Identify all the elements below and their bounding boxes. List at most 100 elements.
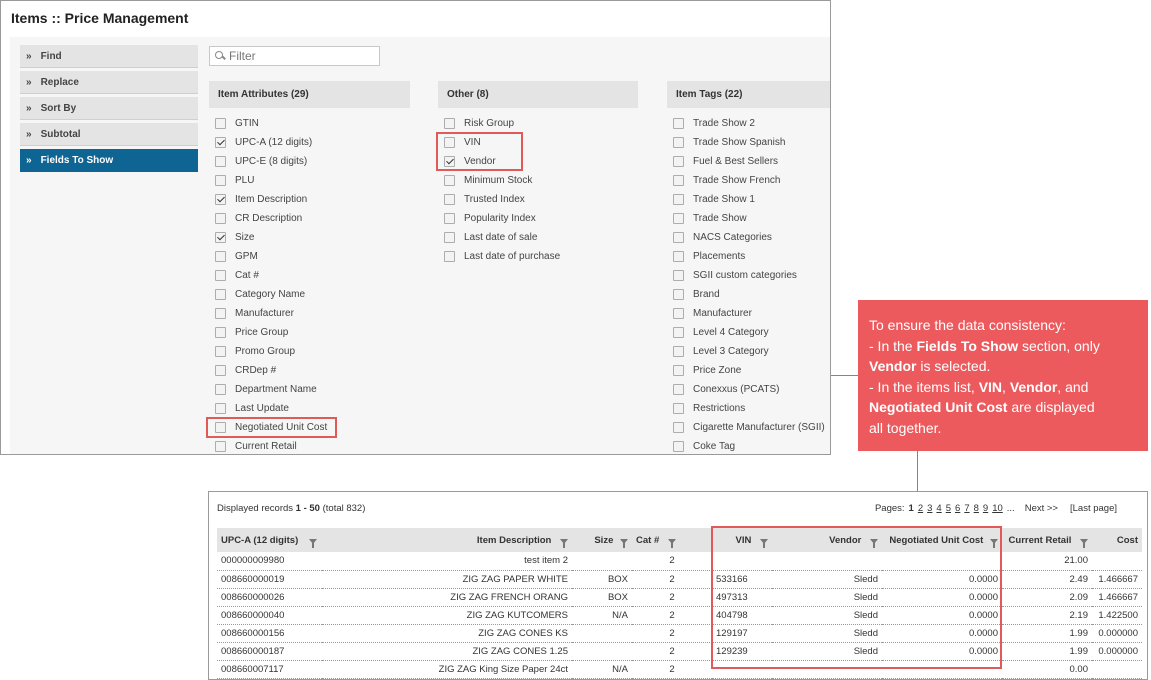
field-option[interactable]: Last Update — [209, 399, 410, 418]
field-option[interactable]: GPM — [209, 247, 410, 266]
checkbox-unchecked[interactable] — [673, 194, 684, 205]
page-link[interactable]: 10 — [992, 503, 1003, 514]
sidebar-item-fields-to-show[interactable]: » Fields To Show — [20, 149, 198, 172]
checkbox-unchecked[interactable] — [215, 327, 226, 338]
filter-input[interactable] — [229, 49, 369, 63]
next-page-link[interactable]: Next >> — [1025, 503, 1058, 514]
field-option[interactable]: Price Zone — [667, 361, 830, 380]
page-link[interactable]: 5 — [946, 503, 951, 514]
checkbox-unchecked[interactable] — [673, 422, 684, 433]
checkbox-checked[interactable] — [215, 137, 226, 148]
checkbox-unchecked[interactable] — [444, 118, 455, 129]
field-option[interactable]: UPC-E (8 digits) — [209, 152, 410, 171]
filter-icon[interactable] — [620, 538, 628, 548]
column-header-size[interactable]: Size — [572, 528, 632, 552]
field-option[interactable]: PLU — [209, 171, 410, 190]
page-link[interactable]: 1 — [909, 503, 914, 514]
column-header-cost[interactable]: Cost — [1092, 528, 1142, 552]
checkbox-unchecked[interactable] — [673, 384, 684, 395]
field-option[interactable]: Cigarette Manufacturer (SGII) — [667, 418, 830, 437]
field-option[interactable]: Department Name — [209, 380, 410, 399]
filter-icon[interactable] — [870, 538, 878, 548]
checkbox-unchecked[interactable] — [215, 175, 226, 186]
checkbox-unchecked[interactable] — [673, 327, 684, 338]
field-option[interactable]: Manufacturer — [667, 304, 830, 323]
sidebar-item-sort-by[interactable]: » Sort By — [20, 97, 198, 120]
column-header-upc[interactable]: UPC-A (12 digits) — [217, 528, 322, 552]
table-row[interactable]: 008660007117 ZIG ZAG King Size Paper 24ct… — [217, 660, 1142, 679]
column-header-item-description[interactable]: Item Description — [322, 528, 572, 552]
checkbox-checked[interactable] — [215, 232, 226, 243]
field-option[interactable]: Negotiated Unit Cost — [209, 418, 410, 437]
checkbox-unchecked[interactable] — [673, 118, 684, 129]
field-option[interactable]: Last date of sale — [438, 228, 638, 247]
checkbox-checked[interactable] — [215, 194, 226, 205]
checkbox-unchecked[interactable] — [673, 289, 684, 300]
column-header-negotiated-unit-cost[interactable]: Negotiated Unit Cost — [882, 528, 1002, 552]
sidebar-item-replace[interactable]: » Replace — [20, 71, 198, 94]
page-link[interactable]: 3 — [927, 503, 932, 514]
field-option[interactable]: Price Group — [209, 323, 410, 342]
table-row[interactable]: 008660000019 ZIG ZAG PAPER WHITE BOX 2 53316… — [217, 570, 1142, 589]
checkbox-unchecked[interactable] — [215, 213, 226, 224]
checkbox-unchecked[interactable] — [215, 441, 226, 452]
checkbox-unchecked[interactable] — [215, 365, 226, 376]
filter-icon[interactable] — [760, 538, 768, 548]
checkbox-unchecked[interactable] — [215, 384, 226, 395]
table-row[interactable]: 008660000040 ZIG ZAG KUTCOMERS N/A 2 404798 S… — [217, 606, 1142, 625]
field-option[interactable]: Trusted Index — [438, 190, 638, 209]
filter-icon[interactable] — [667, 538, 676, 548]
checkbox-unchecked[interactable] — [215, 289, 226, 300]
column-header-current-retail[interactable]: Current Retail — [1002, 528, 1092, 552]
page-link[interactable]: 4 — [936, 503, 941, 514]
checkbox-unchecked[interactable] — [215, 308, 226, 319]
field-option[interactable]: GTIN — [209, 114, 410, 133]
page-link[interactable]: 9 — [983, 503, 988, 514]
field-option[interactable]: UPC-A (12 digits) — [209, 133, 410, 152]
checkbox-unchecked[interactable] — [673, 156, 684, 167]
checkbox-unchecked[interactable] — [444, 251, 455, 262]
field-option[interactable]: Popularity Index — [438, 209, 638, 228]
checkbox-unchecked[interactable] — [673, 232, 684, 243]
table-row[interactable]: 000000009980 test item 2 2 21.00 — [217, 552, 1142, 571]
checkbox-unchecked[interactable] — [215, 156, 226, 167]
field-option[interactable]: Current Retail — [209, 437, 410, 454]
field-option[interactable]: CR Description — [209, 209, 410, 228]
field-option[interactable]: Manufacturer — [209, 304, 410, 323]
filter-icon[interactable] — [990, 538, 998, 548]
field-option[interactable]: Item Description — [209, 190, 410, 209]
checkbox-unchecked[interactable] — [673, 346, 684, 357]
checkbox-unchecked[interactable] — [673, 137, 684, 148]
field-option[interactable]: Placements — [667, 247, 830, 266]
field-option[interactable]: VIN — [438, 133, 638, 152]
page-link[interactable]: 6 — [955, 503, 960, 514]
field-option[interactable]: Coke Tag — [667, 437, 830, 454]
field-option[interactable]: Level 4 Category — [667, 323, 830, 342]
field-option[interactable]: Brand — [667, 285, 830, 304]
checkbox-unchecked[interactable] — [673, 403, 684, 414]
checkbox-unchecked[interactable] — [215, 251, 226, 262]
field-option[interactable]: Promo Group — [209, 342, 410, 361]
page-link[interactable]: 8 — [974, 503, 979, 514]
field-option[interactable]: Size — [209, 228, 410, 247]
checkbox-unchecked[interactable] — [673, 308, 684, 319]
checkbox-unchecked[interactable] — [673, 441, 684, 452]
sidebar-item-find[interactable]: » Find — [20, 45, 198, 68]
checkbox-unchecked[interactable] — [444, 213, 455, 224]
field-option[interactable]: Fuel & Best Sellers — [667, 152, 830, 171]
sidebar-item-subtotal[interactable]: » Subtotal — [20, 123, 198, 146]
filter-icon[interactable] — [1080, 538, 1088, 548]
field-option[interactable]: Trade Show Spanish — [667, 133, 830, 152]
checkbox-checked[interactable] — [444, 156, 455, 167]
column-header-cat[interactable]: Cat # — [632, 528, 712, 552]
filter-field[interactable] — [209, 46, 380, 66]
checkbox-unchecked[interactable] — [215, 346, 226, 357]
field-option[interactable]: Trade Show 1 — [667, 190, 830, 209]
checkbox-unchecked[interactable] — [444, 175, 455, 186]
field-option[interactable]: Minimum Stock — [438, 171, 638, 190]
field-option[interactable]: Vendor — [438, 152, 638, 171]
checkbox-unchecked[interactable] — [673, 251, 684, 262]
page-link[interactable]: 7 — [964, 503, 969, 514]
field-option[interactable]: Last date of purchase — [438, 247, 638, 266]
checkbox-unchecked[interactable] — [444, 194, 455, 205]
